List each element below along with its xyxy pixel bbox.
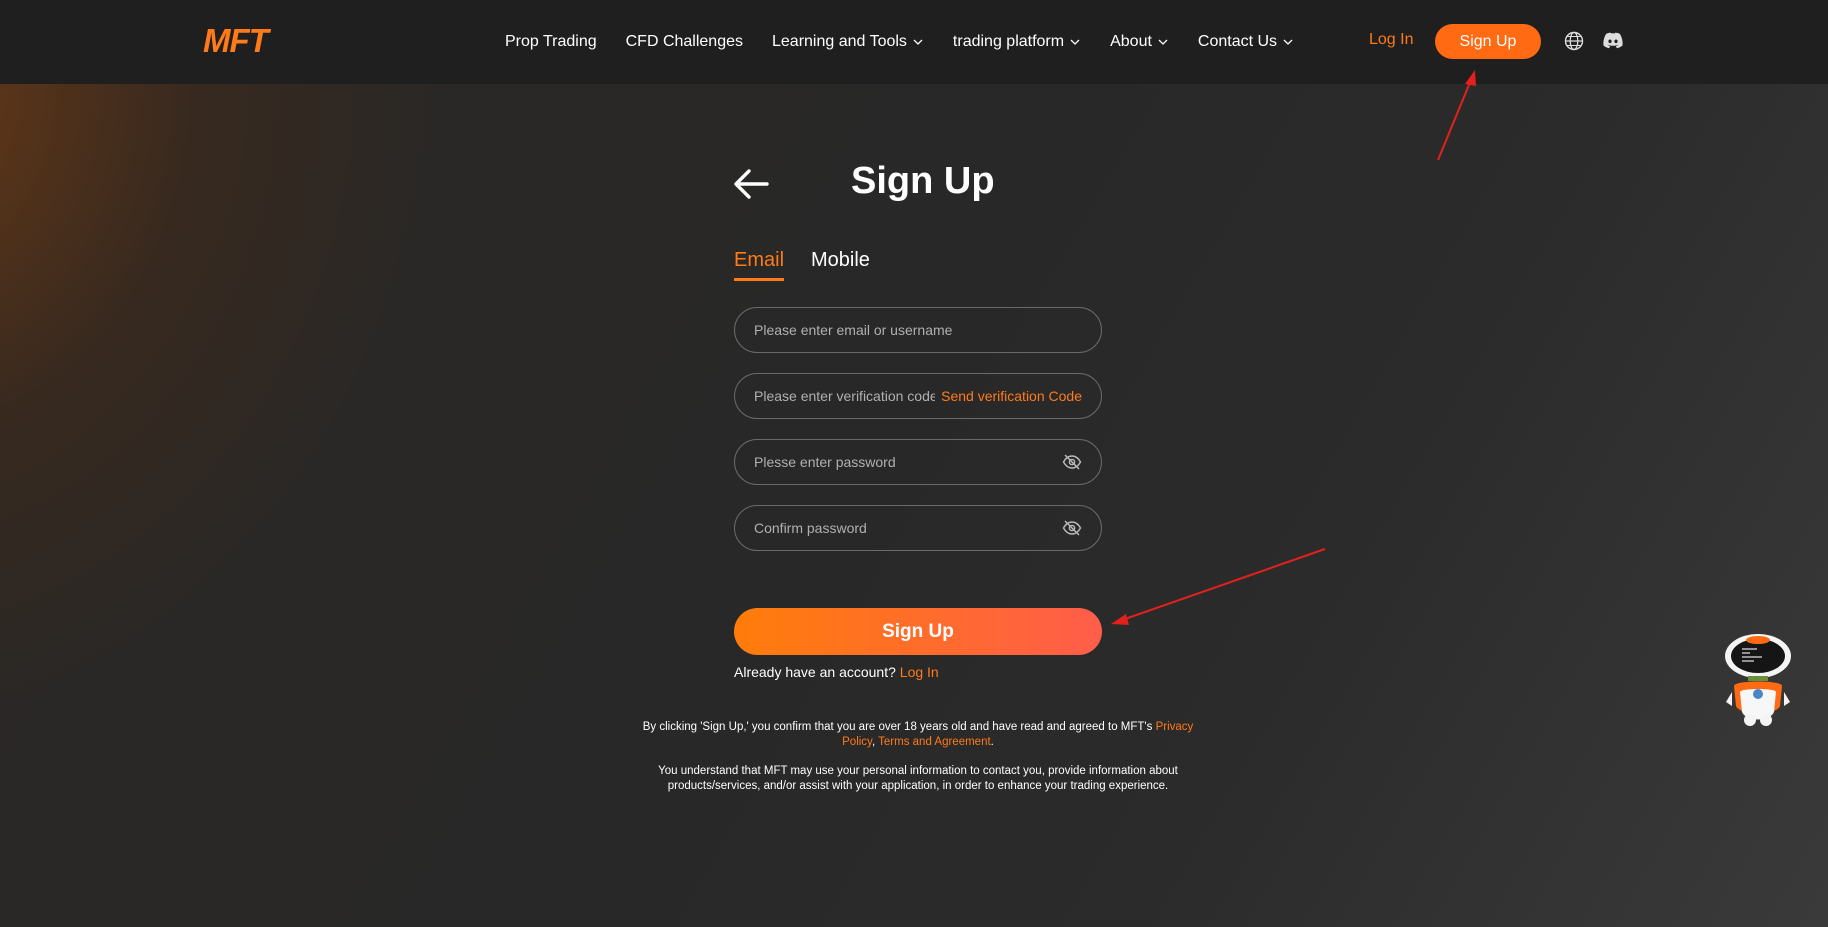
already-have-account: Already have an account? Log In xyxy=(734,664,939,680)
nav-learning-and-tools[interactable]: Learning and Tools xyxy=(772,33,924,51)
tab-mobile[interactable]: Mobile xyxy=(811,249,870,272)
nav-label: trading platform xyxy=(952,33,1065,50)
nav-label: Prop Trading xyxy=(505,33,597,50)
verification-code-input[interactable] xyxy=(754,388,936,404)
email-field-wrapper xyxy=(734,307,1102,353)
chevron-down-icon xyxy=(913,39,923,45)
email-input[interactable] xyxy=(754,322,1082,338)
chevron-down-icon xyxy=(1070,39,1080,45)
main-nav: Prop Trading CFD Challenges Learning and… xyxy=(505,0,1323,84)
consent-text: By clicking 'Sign Up,' you confirm that … xyxy=(642,721,1153,733)
password-input[interactable] xyxy=(754,454,1062,470)
eye-off-icon[interactable] xyxy=(1062,454,1082,470)
period: . xyxy=(990,736,994,748)
nav-about[interactable]: About xyxy=(1110,33,1169,51)
nav-label: Contact Us xyxy=(1197,33,1278,50)
header-login-link[interactable]: Log In xyxy=(1369,31,1413,49)
eye-off-icon[interactable] xyxy=(1062,520,1082,536)
already-text: Already have an account? xyxy=(734,664,896,680)
nav-label: Learning and Tools xyxy=(772,33,907,50)
send-verification-code-link[interactable]: Send verification Code xyxy=(941,388,1082,404)
password-field-wrapper xyxy=(734,439,1102,485)
page-title: Sign Up xyxy=(851,160,995,202)
top-navbar: MFT Prop Trading CFD Challenges Learning… xyxy=(0,0,1828,84)
nav-label: About xyxy=(1110,33,1152,50)
privacy-notice-text: You understand that MFT may use your per… xyxy=(658,765,1178,792)
mft-logo[interactable]: MFT xyxy=(203,22,269,59)
robot-assistant-icon[interactable] xyxy=(1722,632,1794,728)
legal-consent-text: By clicking 'Sign Up,' you confirm that … xyxy=(640,720,1196,750)
globe-icon[interactable] xyxy=(1564,31,1584,51)
verification-code-wrapper: Send verification Code xyxy=(734,373,1102,419)
header-signup-button[interactable]: Sign Up xyxy=(1435,24,1541,59)
back-arrow-icon[interactable] xyxy=(733,168,769,200)
terms-link[interactable]: Terms and Agreement xyxy=(878,736,991,748)
nav-trading-platform[interactable]: trading platform xyxy=(953,33,1081,51)
nav-prop-trading[interactable]: Prop Trading xyxy=(505,33,597,51)
tab-email[interactable]: Email xyxy=(734,249,785,281)
login-link[interactable]: Log In xyxy=(900,664,939,680)
signup-submit-button[interactable]: Sign Up xyxy=(734,608,1102,655)
chevron-down-icon xyxy=(1283,39,1293,45)
nav-label: CFD Challenges xyxy=(625,33,743,50)
nav-contact-us[interactable]: Contact Us xyxy=(1198,33,1294,51)
discord-icon[interactable] xyxy=(1602,31,1624,51)
separator: , xyxy=(871,736,876,748)
confirm-password-wrapper xyxy=(734,505,1102,551)
nav-cfd-challenges[interactable]: CFD Challenges xyxy=(626,33,743,51)
chevron-down-icon xyxy=(1158,39,1168,45)
confirm-password-input[interactable] xyxy=(754,520,1062,536)
